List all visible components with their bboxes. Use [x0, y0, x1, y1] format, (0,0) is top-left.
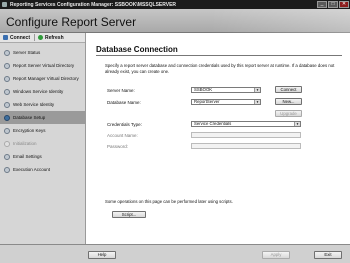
service-identity-icon [4, 101, 10, 108]
sidebar: Connect Refresh Server Status Report Ser… [0, 33, 86, 244]
credentials-type-combo[interactable]: Service Credentials [191, 121, 301, 127]
refresh-toolbar-label: Refresh [45, 34, 64, 41]
sidebar-item-web-service-identity[interactable]: Web Service Identity [0, 98, 85, 111]
connect-icon [3, 35, 8, 40]
sidebar-item-label: Web Service Identity [13, 102, 55, 107]
sidebar-item-report-server-virtual-directory[interactable]: Report Server Virtual Directory [0, 59, 85, 72]
window-title: Reporting Services Configuration Manager… [10, 1, 177, 8]
account-name-label: Account Name: [107, 133, 138, 138]
key-icon [4, 127, 10, 134]
sidebar-item-label: Execution Account [13, 167, 51, 172]
sidebar-toolbar: Connect Refresh [0, 33, 85, 43]
new-database-button[interactable]: New... [275, 98, 302, 105]
password-field[interactable] [191, 143, 301, 149]
maximize-button[interactable]: □ [328, 1, 338, 8]
server-name-combo[interactable]: SSBOOK [191, 87, 261, 93]
connect-toolbar-label: Connect [10, 34, 30, 41]
close-button[interactable]: ✕ [339, 1, 349, 8]
refresh-toolbar-button[interactable]: Refresh [35, 35, 64, 41]
refresh-icon [38, 35, 43, 40]
script-button[interactable]: Script... [112, 211, 146, 218]
help-button[interactable]: Help [88, 251, 116, 259]
main-panel: Database Connection Specify a report ser… [87, 33, 350, 244]
account-name-field[interactable] [191, 132, 301, 138]
page-title: Configure Report Server [6, 15, 137, 29]
heading-divider [96, 55, 342, 56]
password-label: Password: [107, 144, 129, 149]
apply-button[interactable]: Apply [262, 251, 290, 259]
sidebar-item-server-status[interactable]: Server Status [0, 46, 85, 59]
connect-toolbar-button[interactable]: Connect [0, 35, 30, 41]
footer-bar: Help Apply Exit [0, 244, 350, 263]
initialization-icon [4, 140, 10, 147]
exit-button[interactable]: Exit [314, 251, 342, 259]
sidebar-item-windows-service-identity[interactable]: Windows Service Identity [0, 85, 85, 98]
sidebar-item-label: Windows Service Identity [13, 89, 64, 94]
connect-button[interactable]: Connect [275, 86, 302, 93]
sidebar-item-label: Database Setup [13, 115, 46, 120]
sidebar-item-report-manager-virtual-directory[interactable]: Report Manager Virtual Directory [0, 72, 85, 85]
sidebar-item-label: Server Status [13, 50, 41, 55]
user-account-icon [4, 166, 10, 173]
title-bar: Reporting Services Configuration Manager… [0, 0, 350, 9]
minimize-button[interactable]: _ [317, 1, 327, 8]
upgrade-button[interactable]: Upgrade [275, 110, 302, 117]
banner-decoration [210, 9, 350, 33]
script-note: Some operations on this page can be perf… [105, 199, 233, 204]
sidebar-item-label: Report Manager Virtual Directory [13, 76, 79, 81]
sidebar-item-label: Email Settings [13, 154, 42, 159]
nav-list: Server Status Report Server Virtual Dire… [0, 46, 85, 176]
sidebar-item-label: Report Server Virtual Directory [13, 63, 75, 68]
section-heading: Database Connection [96, 45, 178, 54]
sidebar-item-encryption-keys[interactable]: Encryption Keys [0, 124, 85, 137]
window-controls: _ □ ✕ [317, 1, 349, 8]
database-icon [4, 114, 10, 121]
intro-text: Specify a report server database and con… [105, 63, 335, 74]
database-name-label: Database Name: [107, 100, 141, 105]
server-status-icon [4, 49, 10, 56]
credentials-type-label: Credentials Type: [107, 122, 142, 127]
virtual-directory-icon [4, 75, 10, 82]
sidebar-item-execution-account[interactable]: Execution Account [0, 163, 85, 176]
database-name-combo[interactable]: ReportServer [191, 99, 261, 105]
sidebar-item-database-setup[interactable]: Database Setup [0, 111, 85, 124]
sidebar-item-label: Encryption Keys [13, 128, 46, 133]
email-icon [4, 153, 10, 160]
server-name-label: Server Name: [107, 88, 135, 93]
sidebar-item-email-settings[interactable]: Email Settings [0, 150, 85, 163]
sidebar-item-initialization: Initialization [0, 137, 85, 150]
service-identity-icon [4, 88, 10, 95]
virtual-directory-icon [4, 62, 10, 69]
app-icon [2, 2, 7, 7]
header-banner: Configure Report Server [0, 9, 350, 33]
sidebar-item-label: Initialization [13, 141, 37, 146]
